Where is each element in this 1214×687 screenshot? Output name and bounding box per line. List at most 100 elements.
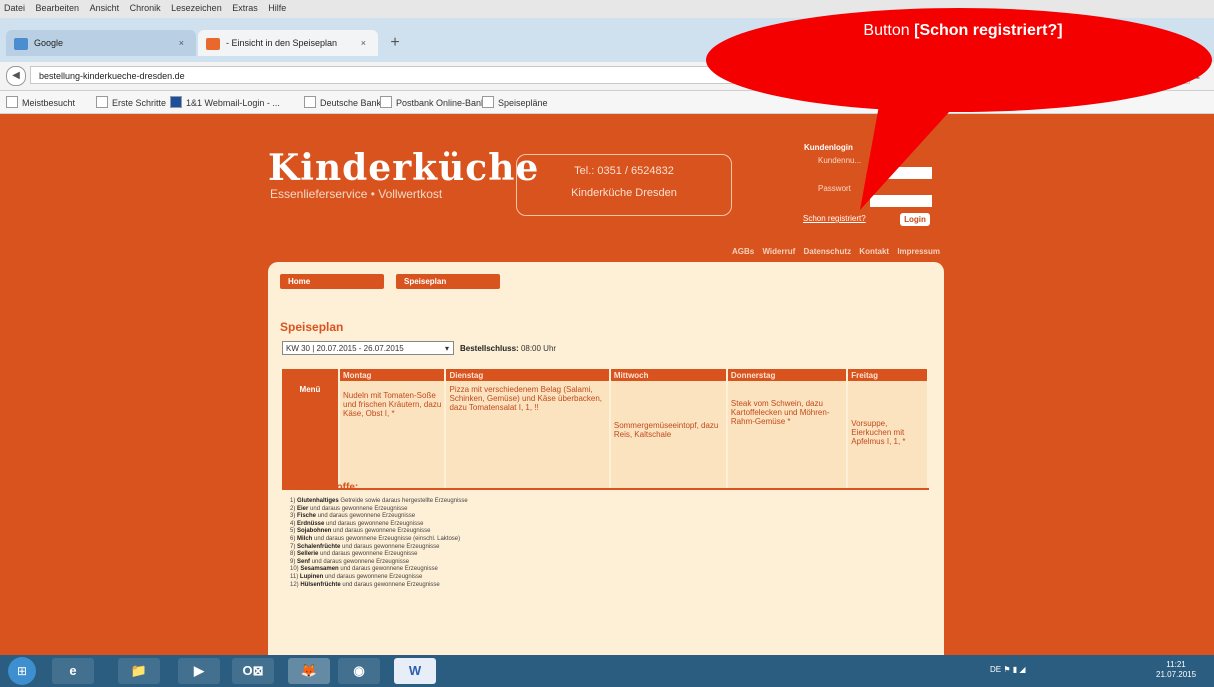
list-item: 4) Erdnüsse und daraus gewonnene Erzeugn… (290, 521, 468, 529)
tray-network-icon[interactable]: ▮ (1013, 665, 1017, 674)
meal-cell-thursday[interactable]: Steak vom Schwein, dazu Kartoffelecken u… (726, 381, 849, 490)
tray-flag-icon[interactable]: ⚑ (1003, 665, 1010, 674)
menu-extras[interactable]: Extras (232, 3, 258, 13)
meal-cell-friday[interactable]: Vorsuppe, Eierkuchen mit Apfelmus I, 1, … (847, 381, 929, 490)
tab-google[interactable]: Google × (6, 30, 196, 56)
nav-impressum[interactable]: Impressum (897, 247, 940, 256)
menu-datei[interactable]: Datei (4, 3, 25, 13)
additive-number: 8) (290, 551, 296, 558)
additive-name: Schalenfrüchte (297, 543, 341, 550)
customer-number-input[interactable] (870, 167, 932, 179)
list-item: 8) Sellerie und daraus gewonnene Erzeugn… (290, 551, 468, 559)
bookmark-deutsche-bank[interactable]: Deutsche Banke (304, 96, 386, 108)
bookmark-icon (380, 96, 392, 108)
list-item: 3) Fische und daraus gewonnene Erzeugnis… (290, 513, 468, 521)
bookmark-icon (96, 96, 108, 108)
list-item: 6) Milch und daraus gewonnene Erzeugniss… (290, 536, 468, 544)
additive-number: 1) (290, 498, 296, 504)
additive-description: und daraus gewonnene Erzeugnisse (333, 528, 431, 535)
additive-description: und daraus gewonnene Erzeugnisse (342, 581, 440, 588)
contact-box: Tel.: 0351 / 6524832 Kinderküche Dresden (516, 154, 732, 216)
already-registered-link[interactable]: Schon registriert? (803, 214, 866, 223)
additive-number: 12) (290, 581, 299, 588)
nav-agbs[interactable]: AGBs (732, 247, 754, 256)
menu-row-label: Menü (282, 381, 340, 490)
week-select[interactable]: KW 30 | 20.07.2015 - 26.07.2015 ▾ (282, 341, 454, 355)
app-icon[interactable]: ◉ (338, 658, 380, 684)
speiseplan-button[interactable]: Speiseplan (396, 274, 500, 289)
list-item: 11) Lupinen und daraus gewonnene Erzeugn… (290, 574, 468, 582)
start-button-icon[interactable]: ⊞ (8, 657, 36, 685)
additive-description: Getreide sowie daraus hergestellte Erzeu… (340, 498, 468, 504)
taskbar-clock[interactable]: 11:21 21.07.2015 (1156, 660, 1196, 680)
additive-description: und daraus gewonnene Erzeugnisse (311, 558, 410, 565)
week-select-value: KW 30 | 20.07.2015 - 26.07.2015 (286, 344, 404, 353)
additive-name: Fische (297, 513, 317, 520)
bookmark-speiseplaene[interactable]: Speisepläne (482, 96, 548, 108)
bookmark-meistbesucht[interactable]: Meistbesucht (6, 96, 75, 108)
outlook-icon[interactable]: O⊠ (232, 658, 274, 684)
internet-explorer-icon[interactable]: e (52, 658, 94, 684)
additive-number: 2) (290, 505, 296, 512)
meal-cell-wednesday[interactable]: Sommergemüseeintopf, dazu Reis, Kaltscha… (609, 381, 728, 490)
menu-hilfe[interactable]: Hilfe (268, 3, 286, 13)
additive-name: Senf (297, 558, 311, 565)
menu-ansicht[interactable]: Ansicht (90, 3, 120, 13)
login-button[interactable]: Login (900, 213, 930, 226)
list-item: 1) Glutenhaltiges Getreide sowie daraus … (290, 498, 468, 506)
language-indicator[interactable]: DE (990, 665, 1001, 674)
list-item: 9) Senf und daraus gewonnene Erzeugnisse (290, 559, 468, 567)
word-icon[interactable]: W (394, 658, 436, 684)
new-tab-plus-icon[interactable]: + (386, 32, 404, 54)
callout-emphasis: [Schon registriert?] (914, 22, 1063, 39)
nav-kontakt[interactable]: Kontakt (859, 247, 889, 256)
site-logo[interactable]: Kinderküche (268, 147, 539, 189)
additive-description: und daraus gewonnene Erzeugnisse (317, 513, 416, 520)
media-player-icon[interactable]: ▶ (178, 658, 220, 684)
list-item: 5) Sojabohnen und daraus gewonnene Erzeu… (290, 528, 468, 536)
table-header-row: Montag Dienstag Mittwoch Donnerstag Frei… (282, 369, 929, 381)
login-title: Kundenlogin (804, 143, 853, 152)
list-item: 12) Hülsenfrüchte und daraus gewonnene E… (290, 582, 468, 590)
additive-name: Lupinen (299, 573, 324, 580)
header-day: Freitag (847, 369, 929, 381)
header-day: Donnerstag (726, 369, 849, 381)
tab-speiseplan[interactable]: - Einsicht in den Speiseplan × (198, 30, 378, 56)
file-explorer-icon[interactable]: 📁 (118, 658, 160, 684)
bookmark-postbank[interactable]: Postbank Online-Bank... (380, 96, 493, 108)
home-button[interactable]: Home (280, 274, 384, 289)
bookmark-erste-schritte[interactable]: Erste Schritte (96, 96, 166, 108)
clock-date: 21.07.2015 (1156, 670, 1197, 679)
additive-name: Milch (297, 535, 313, 542)
bookmark-webmail[interactable]: 1&1 Webmail-Login - ... (170, 96, 280, 108)
additive-name: Sellerie (297, 551, 319, 558)
bookmark-icon (6, 96, 18, 108)
close-tab-icon[interactable]: × (179, 30, 184, 56)
close-tab-icon[interactable]: × (361, 30, 366, 56)
tab-label: - Einsicht in den Speiseplan (226, 38, 338, 48)
tray-volume-icon[interactable]: ◢ (1019, 665, 1025, 674)
bookmark-icon (170, 96, 182, 108)
header-day: Montag (339, 369, 447, 381)
additives-title: Zusatzstoffe: (296, 482, 359, 493)
additive-name: Hülsenfrüchte (300, 581, 341, 588)
dropdown-arrow-icon: ▾ (444, 344, 449, 353)
menu-chronik[interactable]: Chronik (130, 3, 161, 13)
meal-cell-monday[interactable]: Nudeln mit Tomaten-Soße und frischen Krä… (339, 381, 447, 490)
header-day: Mittwoch (609, 369, 728, 381)
list-item: 2) Eier und daraus gewonnene Erzeugnisse (290, 506, 468, 514)
meal-cell-tuesday[interactable]: Pizza mit verschiedenem Belag (Salami, S… (445, 381, 611, 490)
site-favicon-icon (206, 37, 220, 50)
additive-name: Glutenhaltiges (297, 498, 339, 504)
nav-datenschutz[interactable]: Datenschutz (804, 247, 852, 256)
system-tray[interactable]: DE ⚑ ▮ ◢ (990, 665, 1026, 674)
password-input[interactable] (870, 195, 932, 207)
firefox-icon[interactable]: 🦊 (288, 658, 330, 684)
site-tagline: Essenlieferservice • Vollwertkost (270, 187, 443, 201)
nav-widerruf[interactable]: Widerruf (762, 247, 795, 256)
menu-lesezeichen[interactable]: Lesezeichen (171, 3, 222, 13)
additive-number: 6) (290, 535, 296, 542)
callout-prefix: Button (863, 22, 915, 39)
back-arrow-icon[interactable]: ◀ (6, 66, 26, 86)
menu-bearbeiten[interactable]: Bearbeiten (36, 3, 80, 13)
